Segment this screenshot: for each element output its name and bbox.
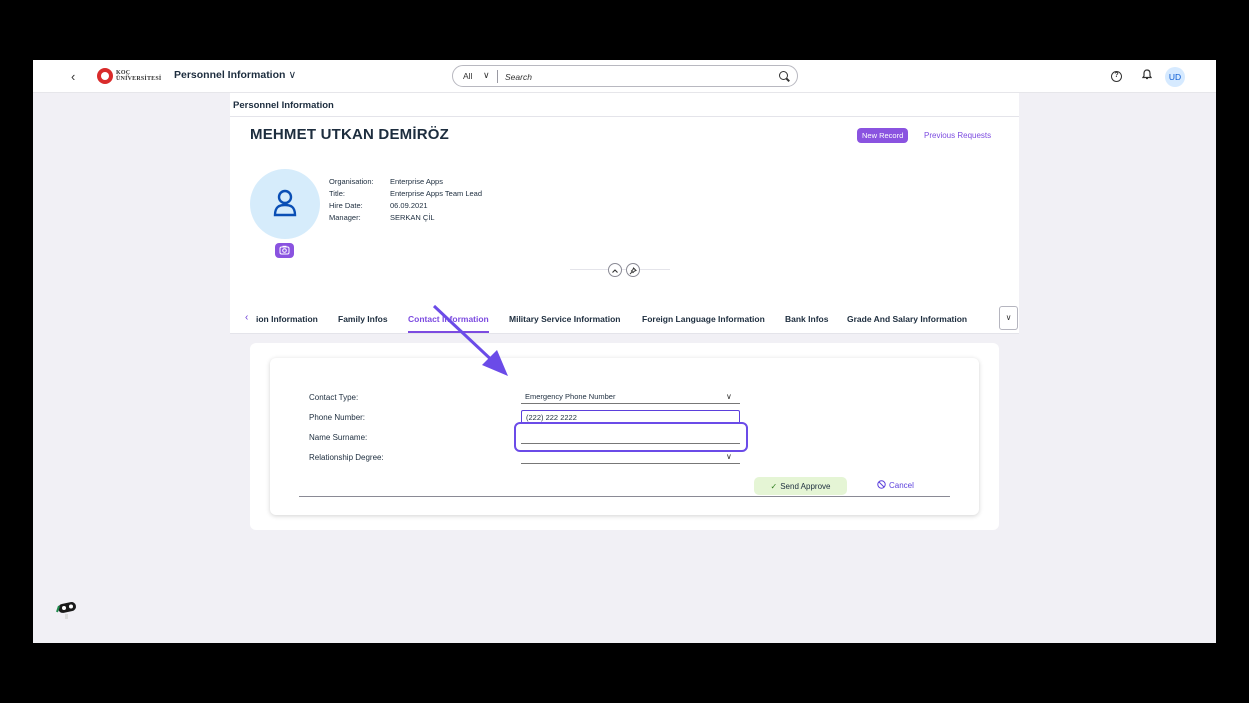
bell-icon[interactable] (1141, 69, 1153, 83)
app-title: Personnel Information (174, 69, 286, 81)
detail-value: 06.09.2021 (390, 201, 428, 210)
pin-icon (629, 267, 637, 275)
tabs-scroll-left-icon[interactable]: ‹ (245, 312, 248, 323)
relationship-degree-select[interactable] (521, 450, 740, 464)
help-icon[interactable]: ? (1111, 71, 1122, 82)
send-approve-button[interactable]: ✓ Send Approve (754, 477, 847, 495)
tab-bank-infos[interactable]: Bank Infos (785, 314, 828, 324)
employee-avatar (250, 169, 320, 239)
chevron-up-icon (612, 269, 618, 273)
tabs-overflow-button[interactable]: ∨ (999, 306, 1018, 330)
recorder-icon[interactable] (55, 598, 81, 620)
employee-header: MEHMET UTKAN DEMİRÖZ New Record Previous… (230, 117, 1019, 304)
shell-bar: ‹ KOÇ ÜNİVERSİTESİ Personnel Information… (33, 60, 1216, 93)
chevron-down-icon[interactable]: ∨ (483, 70, 490, 81)
search-divider (497, 70, 498, 83)
detail-label: Manager: (329, 213, 361, 222)
check-icon: ✓ (770, 481, 778, 491)
camera-icon (279, 245, 290, 255)
person-icon (273, 189, 297, 217)
logo-text-line2: ÜNİVERSİTESİ (116, 76, 162, 82)
cancel-button[interactable]: Cancel (877, 480, 914, 490)
page-header: Personnel Information (230, 93, 1019, 117)
search-input[interactable] (505, 69, 765, 84)
cancel-icon (877, 480, 886, 489)
search-bar: All ∨ (452, 65, 798, 87)
page-title: Personnel Information (233, 100, 334, 111)
highlight-box (514, 422, 748, 452)
bell-icon-glyph (1141, 69, 1153, 80)
app-screen: ‹ KOÇ ÜNİVERSİTESİ Personnel Information… (33, 60, 1216, 643)
detail-row: Title: Enterprise Apps Team Lead (329, 188, 482, 200)
detail-value: Enterprise Apps (390, 177, 443, 186)
chevron-down-icon: ∨ (288, 69, 297, 81)
detail-label: Hire Date: (329, 201, 363, 210)
form-divider (299, 496, 950, 497)
employee-details: Organisation: Enterprise Apps Title: Enter… (329, 176, 482, 224)
search-icon[interactable] (779, 71, 788, 80)
contact-type-label: Contact Type: (309, 393, 359, 402)
app-title-menu[interactable]: Personnel Information ∨ (174, 69, 296, 81)
relationship-degree-label: Relationship Degree: (309, 453, 384, 462)
employee-name: MEHMET UTKAN DEMİRÖZ (250, 126, 449, 143)
previous-requests-link[interactable]: Previous Requests (924, 131, 991, 140)
new-record-button[interactable]: New Record (857, 128, 909, 143)
detail-label: Organisation: (329, 177, 374, 186)
logo-mark-icon (97, 68, 113, 84)
chevron-down-icon[interactable]: ∨ (726, 452, 732, 461)
pin-header-button[interactable] (626, 263, 640, 277)
detail-value: SERKAN ÇİL (390, 213, 435, 222)
name-surname-label: Name Surname: (309, 433, 368, 442)
university-logo[interactable]: KOÇ ÜNİVERSİTESİ (97, 68, 161, 84)
header-controls (608, 263, 640, 277)
contact-section: Contact Type: ∨ Phone Number: Name Surna… (250, 343, 999, 530)
detail-value: Enterprise Apps Team Lead (390, 189, 483, 198)
tab-family-infos[interactable]: Family Infos (338, 314, 388, 324)
detail-label: Title: (329, 189, 345, 198)
user-avatar[interactable]: UD (1165, 67, 1185, 87)
upload-photo-button[interactable] (275, 243, 294, 258)
search-scope-select[interactable]: All (463, 71, 472, 81)
chevron-down-icon[interactable]: ∨ (726, 392, 732, 401)
contact-type-select[interactable] (521, 390, 740, 404)
section-tabs: ‹ ion Information Family Infos Contact I… (230, 304, 1019, 334)
page-content: Personnel Information MEHMET UTKAN DEMİR… (230, 93, 1019, 643)
phone-number-label: Phone Number: (309, 413, 366, 422)
back-button[interactable]: ‹ (71, 69, 75, 84)
tab-military-service-information[interactable]: Military Service Information (509, 314, 620, 324)
collapse-header-button[interactable] (608, 263, 622, 277)
tab-contact-information[interactable]: Contact Information (408, 314, 489, 333)
detail-row: Manager: SERKAN ÇİL (329, 212, 482, 224)
contact-form-card: Contact Type: ∨ Phone Number: Name Surna… (270, 358, 979, 515)
tab-grade-and-salary-information[interactable]: Grade And Salary Information (847, 314, 967, 324)
detail-row: Hire Date: 06.09.2021 (329, 200, 482, 212)
tab-ion-information[interactable]: ion Information (256, 314, 318, 324)
cancel-label: Cancel (889, 481, 914, 490)
tab-foreign-language-information[interactable]: Foreign Language Information (642, 314, 765, 324)
detail-row: Organisation: Enterprise Apps (329, 176, 482, 188)
send-approve-label: Send Approve (780, 481, 831, 491)
